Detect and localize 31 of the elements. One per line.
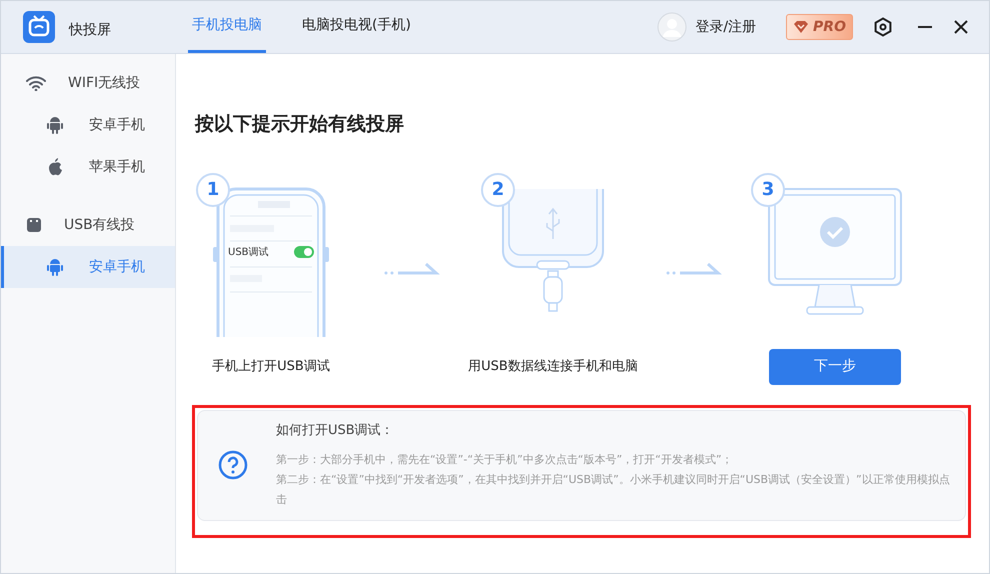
page-title: 按以下提示开始有线投屏 (195, 112, 405, 137)
android-icon (47, 258, 63, 276)
nav-tab[interactable]: 电脑投电视(手机) (298, 1, 415, 53)
sidebar-group-label: WIFI无线投 (68, 74, 140, 92)
step-caption: 手机上打开USB调试 (212, 358, 330, 376)
step-number: 2 (481, 172, 515, 206)
sidebar-group-label: USB有线投 (64, 216, 135, 234)
sidebar-item[interactable]: 苹果手机 (1, 146, 175, 188)
usb-icon (26, 217, 42, 233)
step-number: 1 (196, 172, 230, 206)
sidebar-item[interactable]: 安卓手机 (1, 104, 175, 146)
arrow-icon (384, 262, 440, 276)
arrow-icon (666, 262, 722, 276)
wifi-icon (26, 75, 46, 91)
login-button[interactable]: 登录/注册 (657, 12, 756, 42)
next-button[interactable]: 下一步 (769, 348, 901, 384)
apple-icon (47, 158, 63, 176)
android-icon (47, 116, 63, 134)
help-text: 第一步：大部分手机中，需先在“设置”-“关于手机”中多次点击“版本号”，打开“开发者模式”； (276, 452, 734, 468)
help-title: 如何打开USB调试： (276, 422, 395, 440)
diamond-icon (793, 20, 810, 34)
app-logo-icon (23, 11, 55, 43)
nav-tab[interactable]: 手机投电脑 (188, 1, 266, 53)
help-text: 第二步：在“设置”中找到“开发者选项”，在其中找到并开启“USB调试”。小米手机建议同时开启“USB调试（安全设置）”以正常使用模拟点击 (276, 472, 951, 508)
avatar-icon (657, 12, 688, 42)
usb-debug-toggle[interactable] (294, 246, 314, 258)
usb-debug-label: USB调试 (228, 246, 269, 260)
step-number: 3 (751, 172, 785, 206)
app-name: 快投屏 (69, 20, 111, 40)
help-icon (218, 450, 248, 480)
step-caption: 用USB数据线连接手机和电脑 (468, 358, 638, 376)
